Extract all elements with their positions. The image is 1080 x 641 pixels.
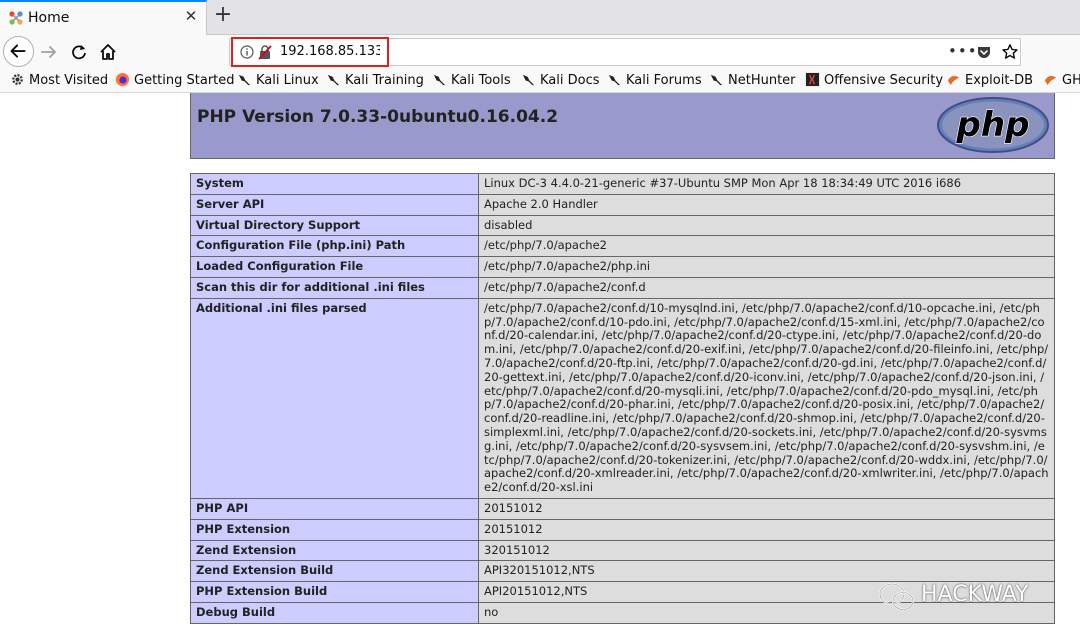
bookmark-exploit-db[interactable]: Exploit-DB	[946, 72, 1033, 90]
setting-value: /etc/php/7.0/apache2	[478, 235, 1055, 258]
table-row: System Linux DC-3 4.4.0-21-generic #37-Ub…	[190, 173, 1055, 195]
bookmark-label: Kali Docs	[540, 73, 600, 88]
pocket-icon[interactable]	[976, 44, 992, 60]
bookmark-most-visited[interactable]: Most Visited	[10, 72, 108, 90]
bookmark-label: Kali Training	[345, 73, 424, 88]
setting-name: PHP Extension	[190, 518, 479, 541]
setting-name: Loaded Configuration File	[190, 256, 479, 278]
table-row: Zend Extension Build API320151012,NTS	[190, 560, 1055, 583]
close-icon[interactable]: ✕	[183, 8, 199, 24]
reload-icon[interactable]	[68, 41, 90, 63]
url-bar[interactable]: •••	[229, 37, 1021, 67]
arrow-left-icon	[10, 44, 26, 58]
kali-dragon-icon	[522, 74, 535, 86]
page-title: PHP Version 7.0.33-0ubuntu0.16.04.2	[197, 107, 559, 127]
page-actions-icon[interactable]: •••	[948, 42, 978, 60]
home-icon[interactable]	[97, 41, 119, 63]
php-info-table: System Linux DC-3 4.4.0-21-generic #37-Ub…	[190, 173, 1055, 624]
exploitdb-icon	[1044, 76, 1057, 86]
page-content: PHP Version 7.0.33-0ubuntu0.16.04.2 php …	[0, 93, 1080, 641]
php-logo[interactable]: php	[936, 96, 1050, 154]
firefox-icon	[115, 72, 130, 87]
setting-name: PHP Extension Build	[190, 581, 479, 603]
bookmark-label: Getting Started	[134, 73, 235, 88]
table-row: Configuration File (php.ini) Path/etc/ph…	[190, 235, 1055, 258]
bookmark-label: Offensive Security	[824, 73, 944, 88]
setting-value: Linux DC-3 4.4.0-21-generic #37-Ubuntu S…	[478, 173, 1055, 195]
kali-dragon-icon	[327, 74, 340, 86]
table-row: Loaded Configuration File/etc/php/7.0/ap…	[190, 256, 1055, 278]
setting-name: Server API	[190, 193, 479, 216]
info-icon[interactable]	[240, 45, 254, 59]
bookmark-offensive-security[interactable]: Offensive Security	[805, 72, 943, 90]
setting-value: disabled	[478, 214, 1055, 237]
setting-name: Scan this dir for additional .ini files	[190, 276, 479, 299]
setting-value: API320151012,NTS	[478, 560, 1055, 583]
setting-name: PHP API	[190, 497, 479, 520]
setting-name: Configuration File (php.ini) Path	[190, 235, 479, 258]
setting-name: System	[190, 173, 479, 195]
wechat-icon	[879, 583, 914, 611]
kali-dragon-icon	[433, 74, 446, 86]
bookmark-label: GH	[1062, 73, 1080, 88]
php-logo-text: php	[956, 105, 1030, 145]
setting-value: /etc/php/7.0/apache2/conf.d	[478, 276, 1055, 299]
setting-value: Apache 2.0 Handler	[478, 193, 1055, 216]
setting-value: /etc/php/7.0/apache2/php.ini	[478, 256, 1055, 278]
bookmark-kali-training[interactable]: Kali Training	[326, 72, 424, 90]
setting-value: 320151012	[478, 539, 1055, 562]
bookmark-kali-tools[interactable]: Kali Tools	[432, 72, 511, 90]
bookmark-kali-linux[interactable]: Kali Linux	[237, 72, 319, 90]
setting-name: Virtual Directory Support	[190, 214, 479, 237]
bookmark-label: Exploit-DB	[965, 73, 1034, 88]
php-info-header: PHP Version 7.0.33-0ubuntu0.16.04.2 php	[190, 93, 1055, 159]
table-row: Zend Extension 320151012	[190, 539, 1055, 562]
setting-name: Debug Build	[190, 601, 479, 624]
bookmark-label: Most Visited	[29, 73, 109, 88]
bookmark-nethunter[interactable]: NetHunter	[709, 72, 796, 90]
new-tab-icon[interactable]: +	[212, 4, 234, 26]
setting-name: Zend Extension Build	[190, 560, 479, 583]
bookmark-gh[interactable]: GH	[1043, 72, 1080, 90]
gear-icon	[12, 74, 23, 85]
table-row: Additional .ini files parsed/etc/php/7.0…	[190, 297, 1055, 499]
bookmark-label: Kali Tools	[451, 73, 511, 88]
arrow-right-icon[interactable]	[38, 41, 60, 63]
kali-dragon-icon	[238, 74, 251, 86]
exploitdb-icon	[947, 76, 960, 86]
bookmark-label: Kali Linux	[256, 73, 319, 88]
tab-title: Home	[28, 10, 70, 26]
table-row: Scan this dir for additional .ini files /…	[190, 276, 1055, 299]
kali-dragon-icon	[710, 74, 723, 86]
bookmark-label: Kali Forums	[626, 73, 702, 88]
bookmark-getting-started[interactable]: Getting Started	[115, 72, 235, 90]
table-row: Virtual Directory Support disabled	[190, 214, 1055, 237]
bookmark-star-icon[interactable]	[1001, 43, 1019, 61]
watermark-text: HACKWAY	[921, 582, 1029, 607]
offsec-icon	[805, 72, 820, 87]
bookmarks-toolbar: Most Visited Getting Started Kali Linux …	[0, 69, 1080, 93]
kali-dragon-icon	[608, 74, 621, 86]
setting-name: Additional .ini files parsed	[190, 297, 479, 499]
url-input[interactable]	[280, 44, 380, 59]
back-button[interactable]	[3, 36, 34, 67]
setting-value: /etc/php/7.0/apache2/conf.d/10-mysqlnd.i…	[478, 297, 1055, 499]
table-row: PHP API 20151012	[190, 497, 1055, 520]
table-row: Server API Apache 2.0 Handler	[190, 193, 1055, 216]
table-row: PHP Extension 20151012	[190, 518, 1055, 541]
setting-value: 20151012	[478, 518, 1055, 541]
tab-home[interactable]: Home ✕	[0, 0, 207, 35]
tab-strip: Home ✕ +	[0, 0, 1080, 35]
bookmark-kali-docs[interactable]: Kali Docs	[521, 72, 600, 90]
navigation-bar: •••	[0, 35, 1080, 69]
setting-value: 20151012	[478, 497, 1055, 520]
setting-name: Zend Extension	[190, 539, 479, 562]
insecure-lock-icon[interactable]	[258, 44, 272, 60]
joomla-icon	[9, 11, 23, 25]
bookmark-kali-forums[interactable]: Kali Forums	[607, 72, 702, 90]
bookmark-label: NetHunter	[728, 73, 796, 88]
